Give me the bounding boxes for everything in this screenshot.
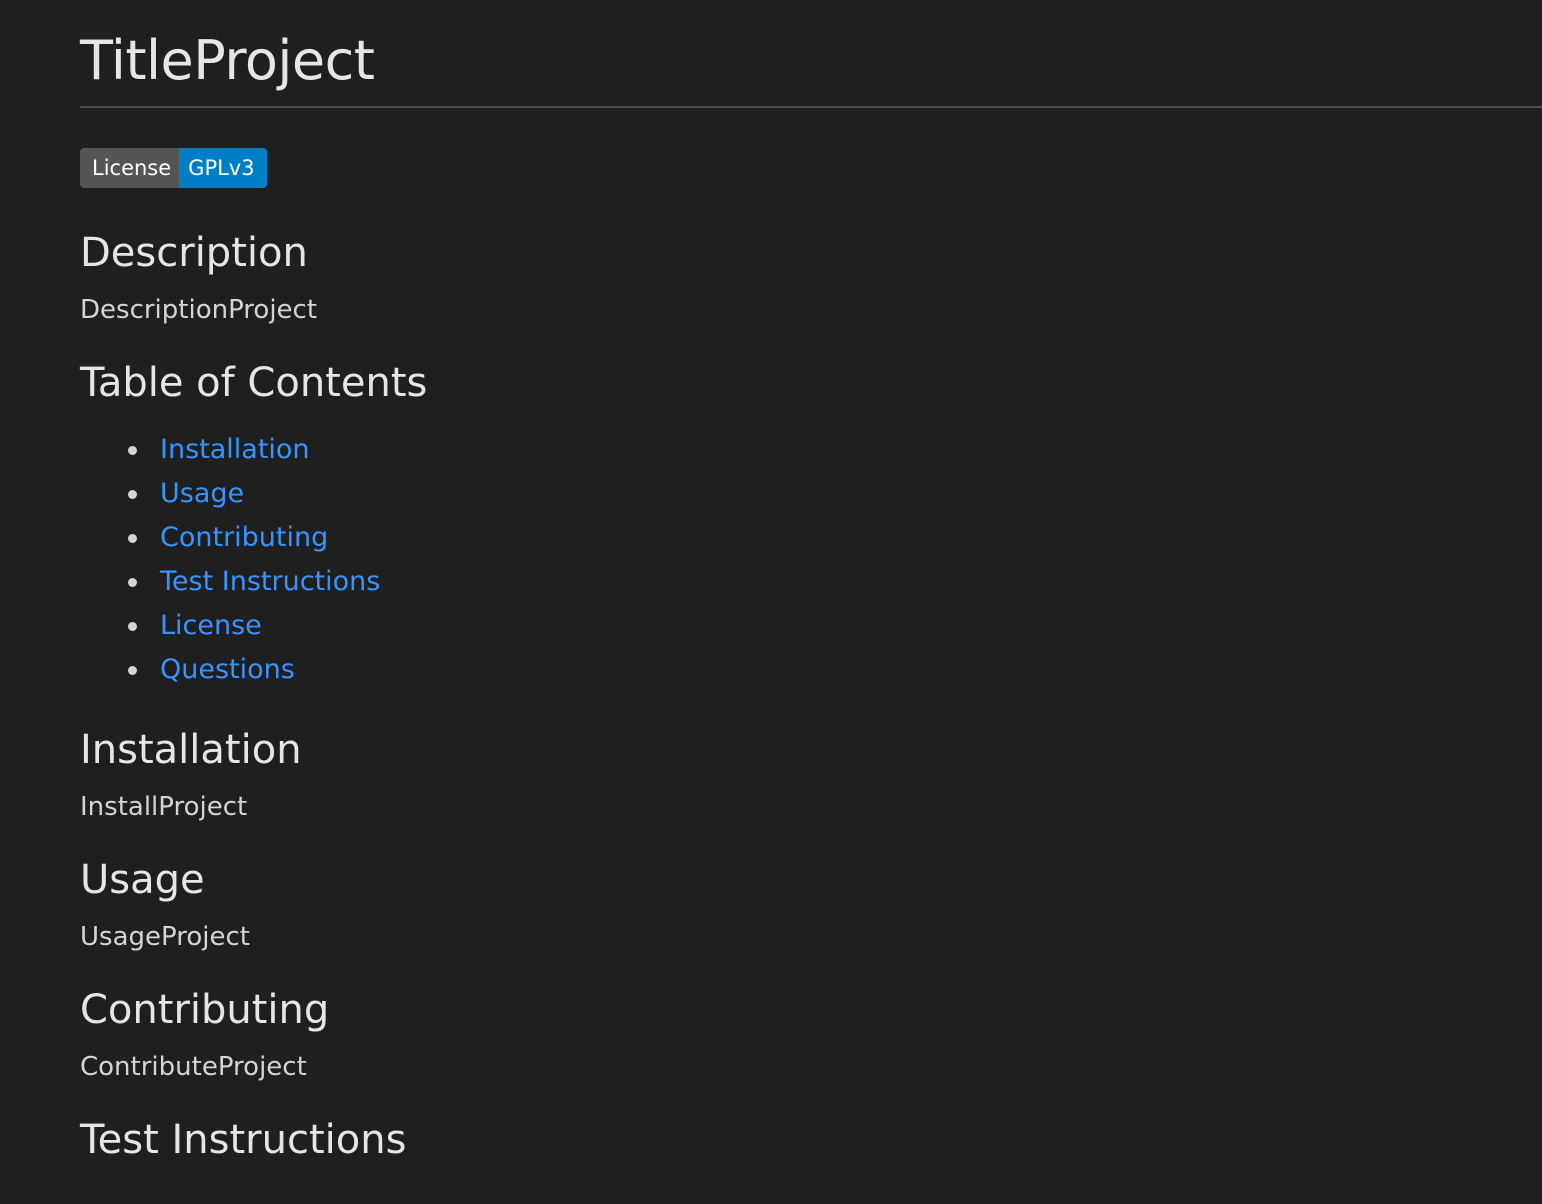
page-title: TitleProject [80,29,375,92]
badge-label: License [80,148,180,188]
toc-link-test-instructions[interactable]: Test Instructions [160,566,380,597]
bullet-icon [128,578,137,587]
contributing-text: ContributeProject [80,1052,307,1082]
toc-item: Contributing [80,516,1542,560]
toc-item: Questions [80,648,1542,692]
bullet-icon [128,446,137,455]
toc-link-questions[interactable]: Questions [160,654,295,685]
heading-table-of-contents: Table of Contents [80,360,428,406]
installation-text: InstallProject [80,792,248,822]
toc-item: Test Instructions [80,560,1542,604]
description-text: DescriptionProject [80,295,318,325]
toc-item: Installation [80,428,1542,472]
bullet-icon [128,490,137,499]
heading-contributing: Contributing [80,987,330,1033]
heading-test-instructions: Test Instructions [80,1117,407,1163]
heading-description: Description [80,230,308,276]
toc-link-license[interactable]: License [160,610,262,641]
toc-item: Usage [80,472,1542,516]
title-divider [80,106,1542,108]
toc-list: Installation Usage Contributing Test Ins… [80,428,1542,692]
badge-value: GPLv3 [179,148,267,188]
toc-link-contributing[interactable]: Contributing [160,522,328,553]
markdown-preview: TitleProject License GPLv3 Description D… [0,0,1542,1204]
bullet-icon [128,534,137,543]
bullet-icon [128,666,137,675]
toc-link-installation[interactable]: Installation [160,434,310,465]
license-badge: License GPLv3 [80,148,267,188]
toc-link-usage[interactable]: Usage [160,478,244,509]
toc-item: License [80,604,1542,648]
bullet-icon [128,622,137,631]
heading-installation: Installation [80,727,302,773]
usage-text: UsageProject [80,922,250,952]
heading-usage: Usage [80,857,205,903]
